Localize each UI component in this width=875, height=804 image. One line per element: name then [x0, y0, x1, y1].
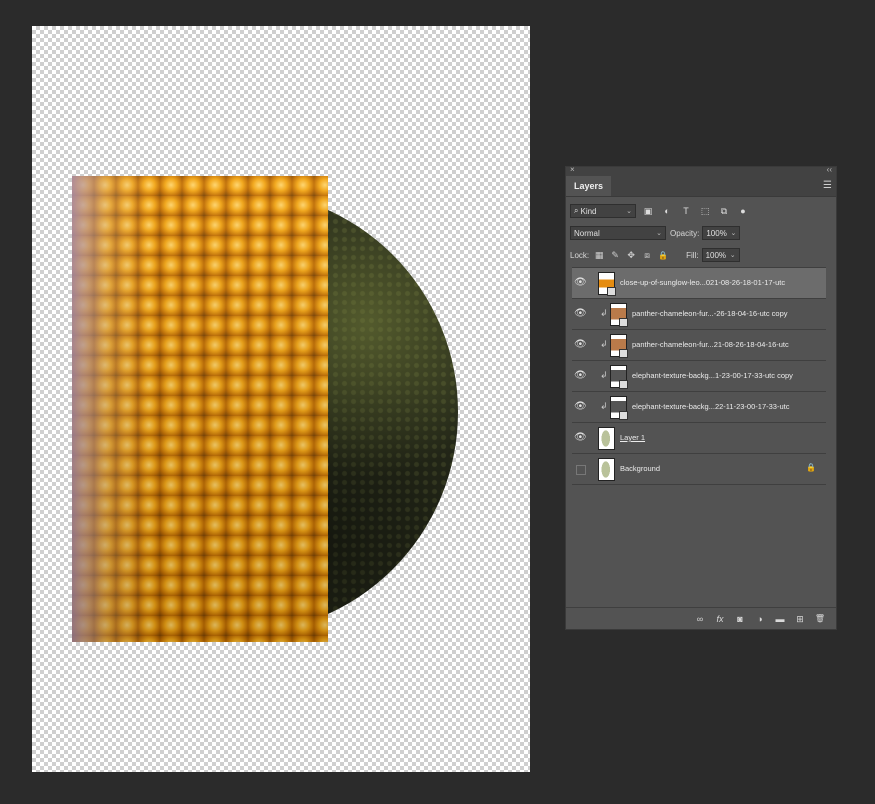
shape-filter-icon[interactable]: ⬚: [698, 204, 712, 218]
opacity-value: 100%: [706, 228, 727, 238]
chevron-down-icon: ⌄: [626, 208, 632, 215]
panel-menu-icon[interactable]: ☰: [823, 180, 832, 191]
layer-thumbnail: [610, 303, 628, 327]
lock-label: Lock:: [570, 250, 590, 260]
clipping-mask-icon: ↲: [600, 370, 608, 380]
filter-kind-label: Kind: [580, 206, 597, 216]
type-filter-icon[interactable]: T: [679, 204, 693, 218]
link-layers-icon[interactable]: ∞: [692, 612, 708, 626]
pixel-filter-icon[interactable]: ▣: [641, 204, 655, 218]
panel-tab-bar: Layers ☰: [566, 176, 836, 197]
blend-mode-value: Normal: [574, 228, 600, 238]
layer-list: 👁 close-up-of-sunglow-leo...021-08-26-18…: [572, 267, 826, 485]
chevron-down-icon: ⌄: [729, 252, 736, 259]
filter-toggle-icon[interactable]: ●: [736, 204, 750, 218]
lock-fill-row: Lock: ▦ ✎ ✥ ⧈ 🔒 Fill: 100% ⌄: [566, 244, 836, 266]
visibility-eye-icon[interactable]: 👁: [574, 308, 587, 320]
layer-thumbnail: [598, 458, 615, 481]
layer-row[interactable]: 👁 close-up-of-sunglow-leo...021-08-26-18…: [572, 268, 826, 299]
layer-row[interactable]: 👁 ↲ panther-chameleon-fur...21-08-26-18-…: [572, 330, 826, 361]
adjustment-filter-icon[interactable]: ◐: [660, 204, 674, 218]
panel-title-bar: × ‹‹: [566, 165, 836, 176]
layer-thumbnail: [598, 272, 616, 296]
document-canvas[interactable]: [32, 26, 530, 772]
add-mask-icon[interactable]: ◙: [732, 612, 748, 626]
chevron-down-icon: ⌄: [730, 230, 737, 237]
adjustment-layer-icon[interactable]: ◑: [752, 612, 768, 626]
new-layer-icon[interactable]: ⊞: [792, 612, 808, 626]
layer-name: Background: [620, 464, 661, 473]
clipping-mask-icon: ↲: [600, 401, 608, 411]
layer-row[interactable]: 👁 ↲ panther-chameleon-fur...-26-18-04-16…: [572, 299, 826, 330]
layers-panel: × ‹‹ Layers ☰ ⌕ Kind ⌄ ▣ ◐ T ⬚ ⧉ ● Norma…: [565, 165, 837, 630]
layer-name: panther-chameleon-fur...-26-18-04-16-utc…: [632, 309, 788, 318]
layer-style-icon[interactable]: fx: [712, 612, 728, 626]
background-lock-icon[interactable]: 🔒: [806, 463, 816, 472]
layer-thumbnail: [598, 427, 615, 450]
layer-name: elephant-texture-backg...1-23-00-17-33-u…: [632, 371, 793, 380]
chevron-down-icon: ⌄: [656, 230, 662, 237]
filter-kind-dropdown[interactable]: ⌕ Kind ⌄: [570, 204, 636, 218]
clipping-mask-icon: ↲: [600, 339, 608, 349]
lock-image-icon[interactable]: ✎: [608, 250, 622, 261]
layer-row[interactable]: 👁 ↲ elephant-texture-backg...1-23-00-17-…: [572, 361, 826, 392]
new-group-icon[interactable]: ▬: [772, 612, 788, 626]
layer-row[interactable]: Background 🔒: [572, 454, 826, 485]
visibility-toggle-empty[interactable]: [576, 465, 586, 475]
fill-value: 100%: [705, 250, 727, 260]
layer-name: elephant-texture-backg...22-11-23-00-17-…: [632, 402, 790, 411]
layer-name: Layer 1: [620, 433, 646, 442]
clipping-mask-icon: ↲: [600, 308, 608, 318]
opacity-label: Opacity:: [670, 228, 700, 238]
layer-row[interactable]: 👁 Layer 1: [572, 423, 826, 454]
layer-filter-row: ⌕ Kind ⌄ ▣ ◐ T ⬚ ⧉ ●: [566, 200, 836, 222]
layer-row[interactable]: 👁 ↲ elephant-texture-backg...22-11-23-00…: [572, 392, 826, 423]
lock-artboard-icon[interactable]: ⧈: [640, 250, 654, 261]
smart-object-filter-icon[interactable]: ⧉: [717, 204, 731, 218]
fill-label: Fill:: [686, 250, 699, 260]
layer-thumbnail: [610, 396, 628, 420]
fill-field[interactable]: 100% ⌄: [701, 248, 740, 262]
visibility-eye-icon[interactable]: 👁: [574, 370, 587, 382]
blend-opacity-row: Normal ⌄ Opacity: 100% ⌄: [566, 222, 836, 244]
visibility-eye-icon[interactable]: 👁: [574, 277, 587, 289]
search-icon: ⌕: [574, 206, 579, 215]
opacity-field[interactable]: 100% ⌄: [702, 226, 741, 240]
lock-position-icon[interactable]: ✥: [624, 250, 638, 261]
visibility-eye-icon[interactable]: 👁: [574, 339, 587, 351]
layer-thumbnail: [610, 365, 628, 389]
lock-all-icon[interactable]: 🔒: [656, 251, 670, 260]
layer-thumbnail: [610, 334, 628, 358]
layer-name: close-up-of-sunglow-leo...021-08-26-18-0…: [620, 278, 786, 287]
close-panel-icon[interactable]: ×: [570, 165, 575, 174]
lock-transparent-icon[interactable]: ▦: [592, 250, 606, 261]
blend-mode-dropdown[interactable]: Normal ⌄: [570, 226, 666, 240]
collapse-panel-icon[interactable]: ‹‹: [827, 165, 832, 174]
layers-panel-footer: ∞ fx ◙ ◑ ▬ ⊞ 🗑: [566, 607, 836, 629]
orange-scale-texture-rectangle: [72, 176, 328, 642]
visibility-eye-icon[interactable]: 👁: [574, 432, 587, 444]
layer-name: panther-chameleon-fur...21-08-26-18-04-1…: [632, 340, 789, 349]
delete-layer-icon[interactable]: 🗑: [812, 612, 828, 626]
tab-layers[interactable]: Layers: [566, 176, 612, 196]
visibility-eye-icon[interactable]: 👁: [574, 401, 587, 413]
